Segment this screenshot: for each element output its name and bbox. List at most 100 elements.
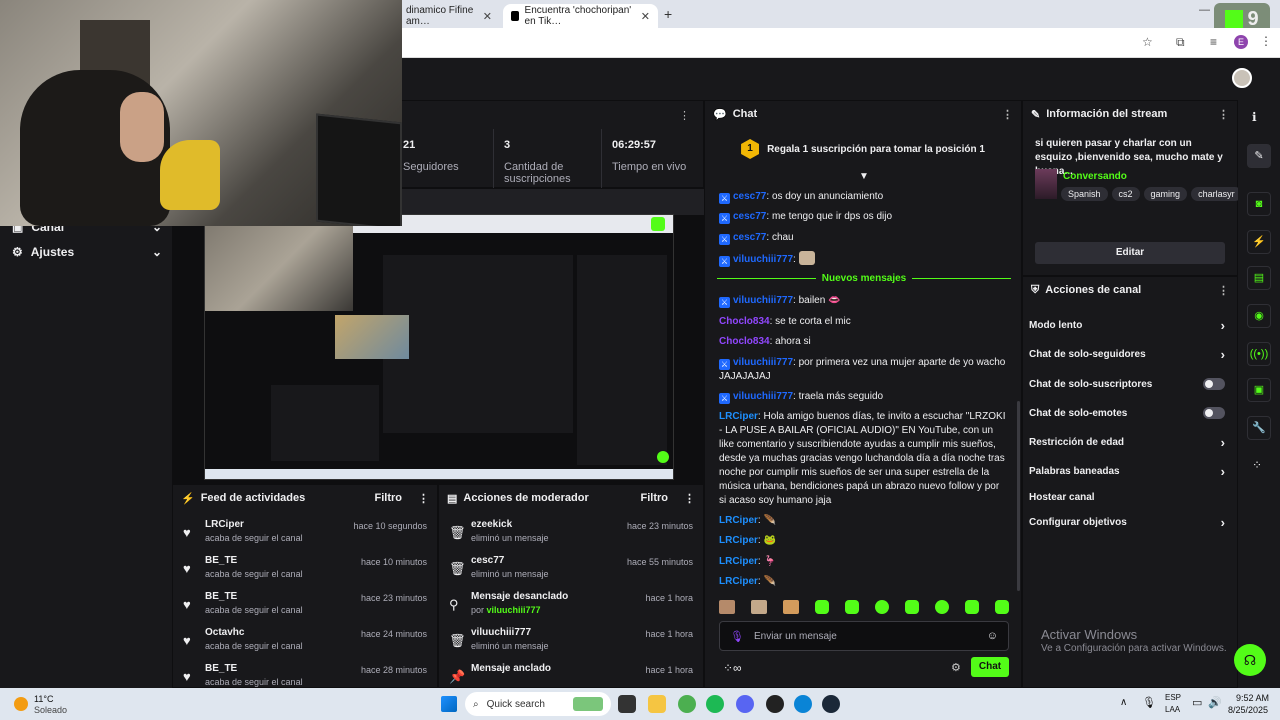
stream-info-header: ✎ Información del stream ⋮: [1031, 108, 1229, 121]
close-icon[interactable]: ✕: [641, 10, 650, 23]
weather-temp[interactable]: 11°C: [34, 694, 53, 704]
action-age-restriction[interactable]: Restricción de edad ›: [1029, 432, 1225, 452]
broadcast-icon[interactable]: ((•)): [1247, 342, 1271, 366]
mic-icon[interactable]: 🎙: [1142, 696, 1156, 709]
kick-emote-icon[interactable]: [845, 600, 859, 614]
kick-emote-icon[interactable]: [965, 600, 979, 614]
kick-emote-icon[interactable]: [995, 600, 1009, 614]
spotify-icon[interactable]: [706, 695, 724, 713]
file-explorer-icon[interactable]: [648, 695, 666, 713]
more-icon[interactable]: ⋮: [1002, 108, 1013, 121]
user-avatar[interactable]: [1232, 68, 1252, 88]
more-icon[interactable]: ⋮: [1218, 284, 1229, 297]
heart-icon: ♥: [183, 669, 191, 684]
apps-icon[interactable]: ⁘: [1252, 458, 1262, 472]
subscribers-only-toggle[interactable]: [1203, 378, 1225, 390]
lang-layout[interactable]: LAA: [1165, 705, 1180, 714]
tag[interactable]: gaming: [1143, 187, 1188, 201]
emote-icon: 🦩: [763, 556, 776, 567]
chevron-up-icon[interactable]: ∧: [1120, 697, 1127, 708]
webcam-monitor: [316, 113, 402, 226]
cast-icon[interactable]: ≡: [1210, 35, 1217, 49]
collapse-icon[interactable]: ▼: [859, 171, 869, 182]
kick-emote-icon[interactable]: [815, 600, 829, 614]
lips-emote-icon: 👄: [828, 295, 841, 306]
tag[interactable]: Spanish: [1061, 187, 1108, 201]
close-icon[interactable]: ✕: [483, 10, 492, 23]
volume-icon[interactable]: 🔊: [1208, 696, 1222, 709]
filter-button[interactable]: Filtro: [641, 492, 669, 504]
moderator-badge-icon: ⚔: [719, 193, 730, 204]
network-icon[interactable]: ▭: [1192, 696, 1202, 709]
weather-desc[interactable]: Soleado: [34, 705, 67, 715]
chrome-icon[interactable]: [678, 695, 696, 713]
preview-nested-stream: [335, 315, 409, 359]
pencil-icon[interactable]: ✎: [1247, 144, 1271, 168]
action-host-channel[interactable]: Hostear canal: [1029, 487, 1225, 507]
tag[interactable]: charlasyr: [1191, 187, 1239, 201]
info-icon[interactable]: ℹ: [1252, 110, 1257, 124]
chat-input[interactable]: 🎙 Enviar un mensaje ☺: [719, 621, 1009, 651]
star-icon[interactable]: ☆: [1142, 35, 1153, 49]
browser-tab[interactable]: dinamico Fifine am… ✕: [398, 4, 500, 28]
edit-button[interactable]: Editar: [1035, 242, 1225, 264]
clock-time[interactable]: 9:52 AM: [1236, 693, 1269, 703]
person-face: [120, 92, 164, 162]
wrench-icon[interactable]: 🔧: [1247, 416, 1271, 440]
stream-preview[interactable]: [204, 214, 674, 480]
more-icon[interactable]: ⋮: [1260, 34, 1272, 48]
filter-button[interactable]: Filtro: [375, 492, 403, 504]
emotes-only-toggle[interactable]: [1203, 407, 1225, 419]
task-view-icon[interactable]: [618, 695, 636, 713]
gear-icon[interactable]: ⚙: [951, 661, 961, 674]
profile-avatar[interactable]: E: [1234, 35, 1248, 49]
windows-start-icon[interactable]: [441, 696, 457, 712]
action-set-goals[interactable]: Configurar objetivos ›: [1029, 512, 1225, 532]
more-icon[interactable]: ⋮: [684, 492, 695, 505]
user-card-icon[interactable]: ▣: [1247, 378, 1271, 402]
action-banned-words[interactable]: Palabras baneadas ›: [1029, 461, 1225, 481]
infinity-icon[interactable]: ⁘∞: [723, 661, 742, 675]
support-button[interactable]: ☊: [1234, 644, 1266, 676]
obs-icon[interactable]: [766, 695, 784, 713]
action-slow-mode[interactable]: Modo lento ›: [1029, 315, 1225, 335]
send-chat-button[interactable]: Chat: [971, 657, 1009, 677]
more-icon[interactable]: ⋮: [679, 109, 690, 122]
extensions-icon[interactable]: ⧉: [1176, 35, 1185, 50]
camera-icon[interactable]: ◙: [1247, 192, 1271, 216]
new-tab-button[interactable]: +: [664, 6, 672, 22]
taskbar-search[interactable]: ⌕ Quick search: [465, 692, 611, 716]
more-icon[interactable]: ⋮: [1218, 108, 1229, 121]
kick-emote-icon[interactable]: [875, 600, 889, 614]
clock-date[interactable]: 8/25/2025: [1228, 705, 1268, 715]
gift-sub-banner[interactable]: 1 Regala 1 suscripción para tomar la pos…: [705, 131, 1021, 167]
emote-icon[interactable]: [751, 600, 767, 614]
mic-icon[interactable]: 🎙: [730, 630, 744, 643]
chat-icon[interactable]: ◉: [1247, 304, 1271, 328]
category-name[interactable]: Conversando: [1063, 171, 1127, 182]
lightning-icon[interactable]: ⚡: [1247, 230, 1271, 254]
emote-icon: 🐸: [763, 535, 776, 546]
minimize-icon[interactable]: —: [1199, 4, 1210, 16]
lang-code[interactable]: ESP: [1165, 693, 1181, 702]
more-icon[interactable]: ⋮: [418, 492, 429, 505]
sidebar-item-settings[interactable]: ⚙ Ajustes ⌄: [12, 245, 162, 259]
chat-message: ⚔ cesc77: me tengo que ir dps os dijo: [719, 211, 893, 224]
discord-icon[interactable]: [736, 695, 754, 713]
cat-emote-icon: [798, 251, 815, 265]
action-followers-only[interactable]: Chat de solo-seguidores ›: [1029, 344, 1225, 364]
emote-icon[interactable]: [719, 600, 735, 614]
chat-scrollbar[interactable]: [1017, 401, 1020, 591]
kick-emote-icon[interactable]: [905, 600, 919, 614]
emoji-icon[interactable]: ☺: [987, 630, 998, 642]
kick-emote-icon[interactable]: [935, 600, 949, 614]
steam-icon[interactable]: [822, 695, 840, 713]
edge-icon[interactable]: [794, 695, 812, 713]
chat-message: ⚔ viluuchiii777: por primera vez una muje…: [719, 357, 1006, 382]
tag[interactable]: cs2: [1111, 187, 1140, 201]
document-icon[interactable]: ▤: [1247, 266, 1271, 290]
moderator-badge-icon: ⚔: [719, 234, 730, 245]
emote-icon[interactable]: [783, 600, 799, 614]
browser-tab-active[interactable]: Encuentra 'chochoripan' en Tik… ✕: [503, 4, 658, 28]
chat-message: LRCiper: 🐸: [719, 535, 776, 546]
